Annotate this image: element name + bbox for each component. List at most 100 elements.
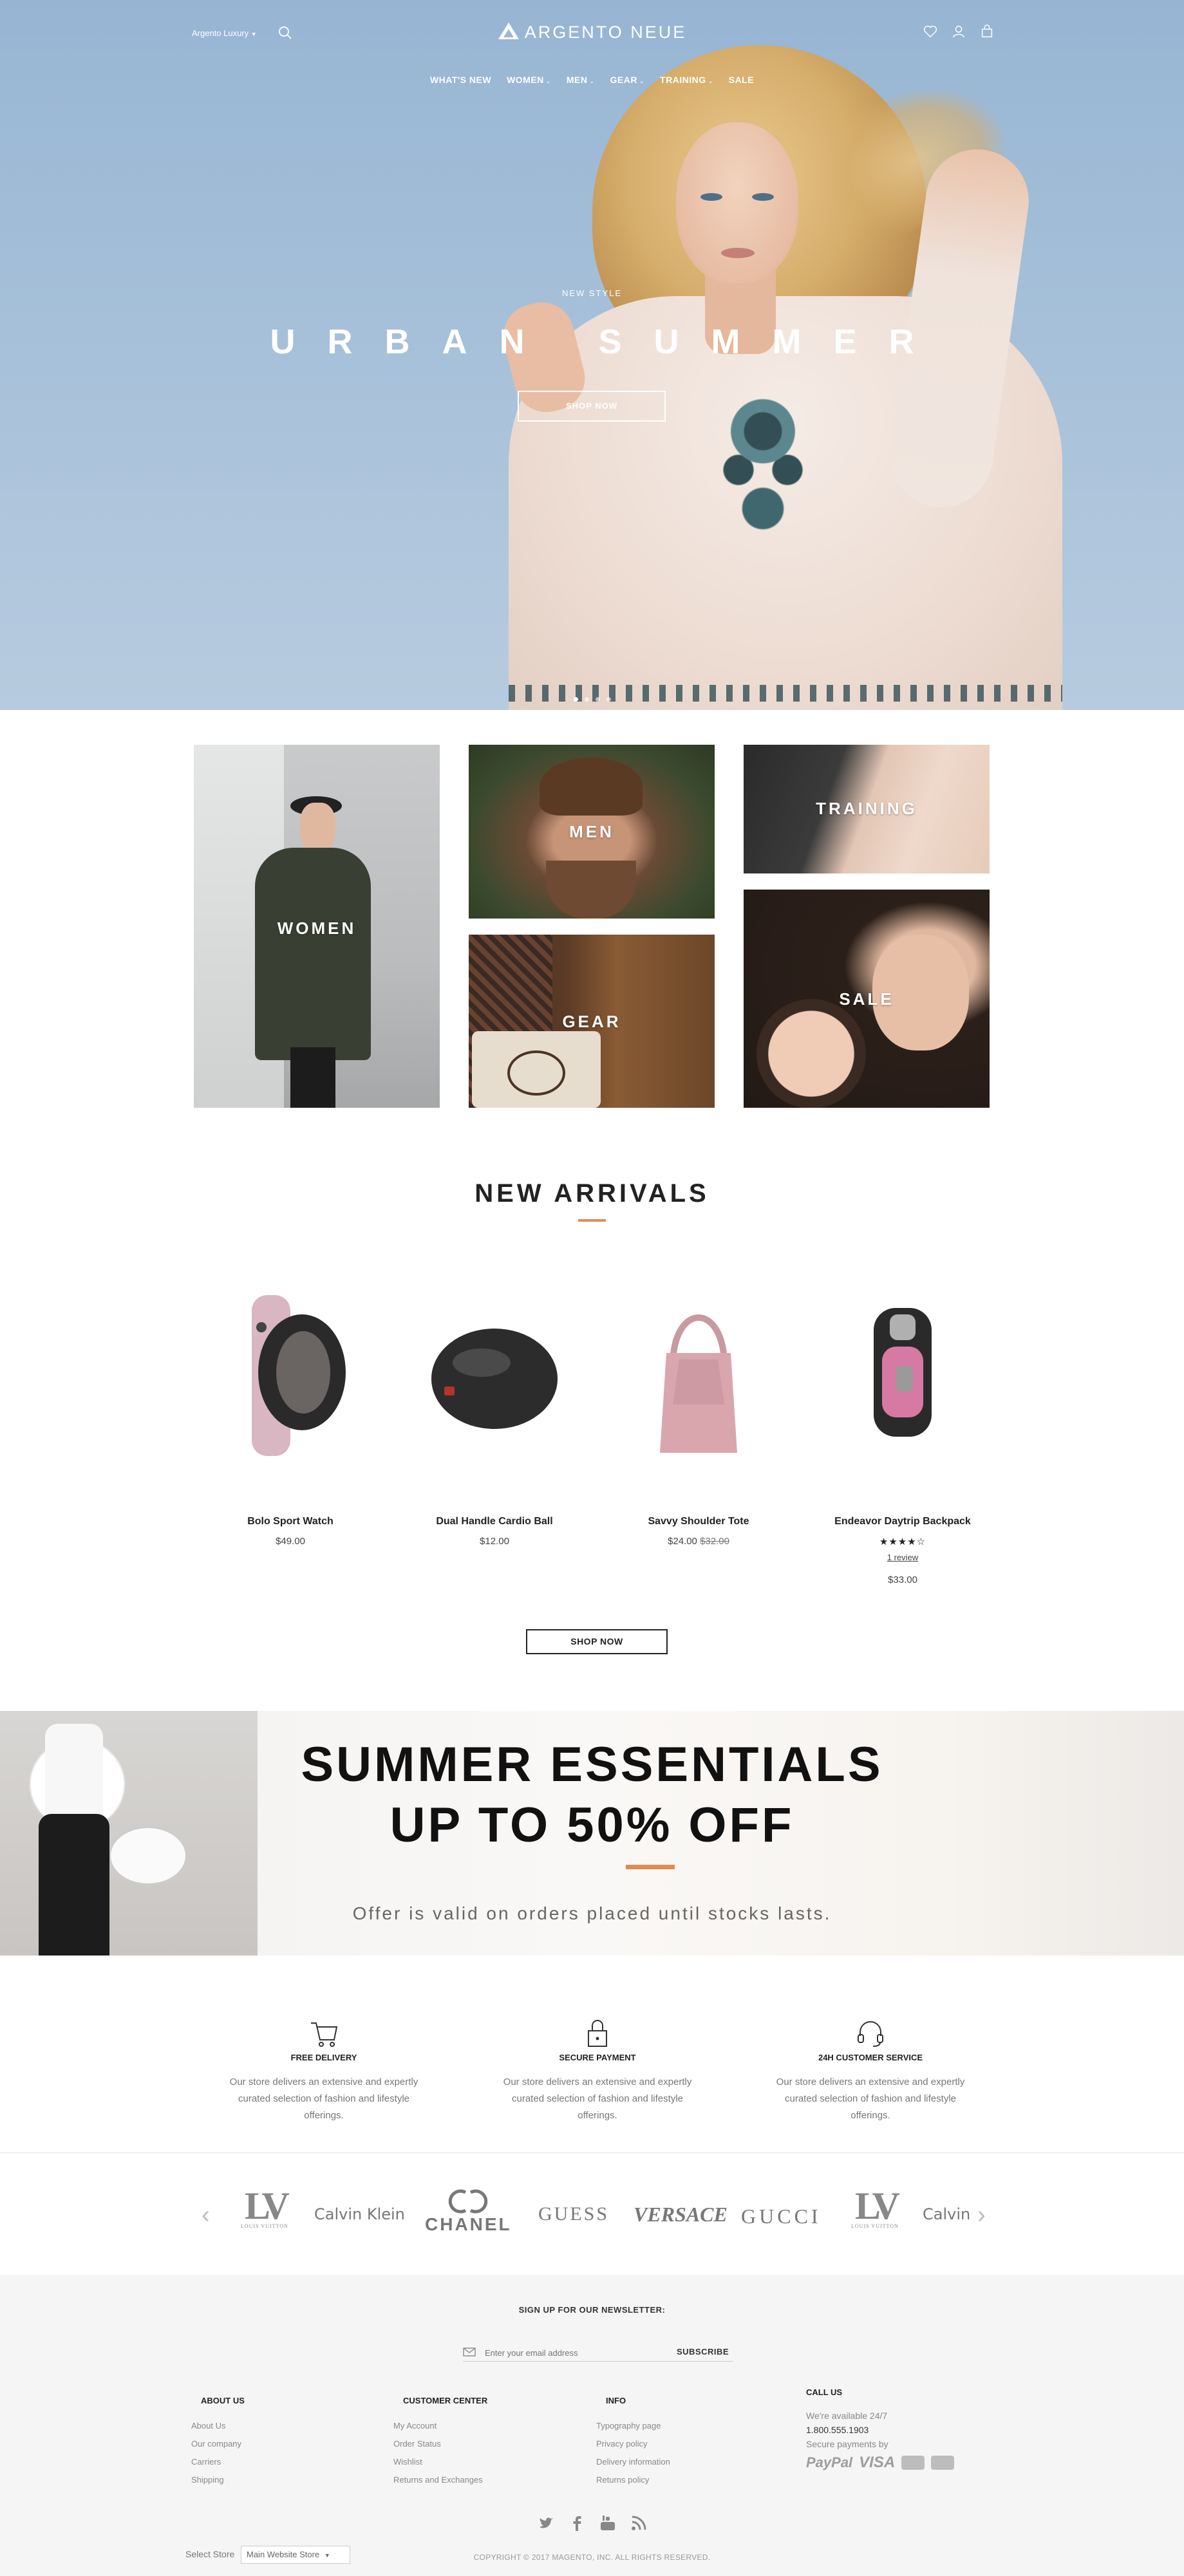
slider-dot[interactable] [584,697,589,702]
reviews-link[interactable]: 1 review [806,1553,999,1562]
brand-lv-caption: LOUIS VUITTON [851,2223,899,2229]
footer-link[interactable]: Carriers [191,2453,359,2471]
nav-item-whats-new[interactable]: WHAT'S NEW [430,75,491,85]
promo-underline [626,1865,675,1869]
nav-label: WHAT'S NEW [429,75,492,85]
secure-payments-label: Secure payments by [806,2439,888,2449]
youtube-icon[interactable] [599,2515,616,2532]
new-arrivals-shop-now-button[interactable]: SHOP NOW [526,1629,668,1654]
slider-dot[interactable] [595,697,600,702]
footer-link[interactable]: My Account [393,2417,561,2435]
brands-prev-arrow[interactable]: ‹ [202,2201,210,2229]
brands-next-arrow[interactable]: › [977,2201,986,2229]
product-price-current: $24.00 [668,1536,697,1547]
social-links [0,2515,1184,2532]
nav-item-women[interactable]: WOMEN ⌄ [507,75,551,85]
newsletter-title: SIGN UP FOR OUR NEWSLETTER: [518,2305,666,2315]
product-name[interactable]: Bolo Sport Watch [194,1516,387,1527]
chanel-cc-icon [449,2189,488,2214]
footer-link[interactable]: Typography page [596,2417,764,2435]
footer-link[interactable]: Shipping [191,2471,359,2489]
brand-logo-calvin-klein[interactable]: Calvin K [923,2205,971,2223]
tile-label-men: MEN [569,822,614,841]
site-logo[interactable]: ARGENTO NEUE [0,22,1184,42]
logo-text: ARGENTO NEUE [524,23,687,42]
chevron-down-icon: ⌄ [545,78,551,84]
product-image-watch[interactable] [226,1289,355,1469]
footer-link[interactable]: Wishlist [393,2453,561,2471]
facebook-icon[interactable] [569,2515,585,2532]
product-price: $33.00 [888,1574,917,1585]
nav-label: WOMEN [507,75,544,85]
promo-line-2: UP TO 50% OFF [390,1798,794,1853]
tile-label-training: TRAINING [816,799,917,818]
product-name[interactable]: Dual Handle Cardio Ball [398,1516,591,1527]
brand-logo-versace[interactable]: VERSACE [634,2203,728,2226]
nav-item-training[interactable]: TRAINING ⌄ [660,75,713,85]
category-tile-sale[interactable]: SALE [744,890,990,1108]
category-tile-men[interactable]: MEN [469,745,715,919]
slider-dot[interactable] [606,697,611,702]
hero-model-image [496,45,1062,710]
footer-link[interactable]: Our company [191,2435,359,2453]
brand-lv-mark: LV [854,2185,900,2227]
product-name[interactable]: Endeavor Daytrip Backpack [806,1516,999,1527]
category-tile-training[interactable]: TRAINING [744,745,990,873]
visa-logo: VISA [859,2454,896,2471]
call-us-title: CALL US [806,2387,843,2397]
brand-logo-louis-vuitton[interactable]: LV LOUIS VUITTON [851,2187,900,2230]
hero-shop-now-button[interactable]: SHOP NOW [518,391,666,422]
nav-item-gear[interactable]: GEAR ⌄ [610,75,645,85]
heart-icon[interactable] [923,24,939,40]
chevron-down-icon: ⌄ [708,78,713,84]
category-tile-women[interactable]: WOMEN [194,745,440,1108]
category-tile-gear[interactable]: GEAR [469,935,715,1108]
footer-link[interactable]: Delivery information [596,2453,764,2471]
brand-chanel-text: CHANEL [425,2214,512,2234]
newsletter-email-input[interactable] [485,2345,665,2360]
cart-icon [308,2018,339,2049]
product-image-backpack[interactable] [838,1289,967,1469]
call-phone[interactable]: 1.800.555.1903 [806,2423,986,2437]
rss-icon[interactable] [630,2515,647,2532]
chevron-down-icon: ⌄ [639,78,645,84]
hero-kicker: NEW STYLE [561,288,623,298]
product-name[interactable]: Savvy Shoulder Tote [602,1516,795,1527]
nav-label: MEN [566,75,588,85]
promo-subtitle: Offer is valid on orders placed until st… [352,1903,832,1923]
brand-lv-caption: LOUIS VUITTON [241,2223,288,2229]
section-divider [0,2152,1184,2153]
feature-text: Our store delivers an extensive and expe… [229,2077,418,2121]
title-underline [578,1219,606,1222]
copyright: COPYRIGHT © 2017 MAGENTO, INC. ALL RIGHT… [473,2553,711,2562]
nav-item-men[interactable]: MEN ⌄ [567,75,595,85]
brand-logo-chanel[interactable]: CHANEL [425,2189,512,2235]
brand-logo-calvin-klein[interactable]: Calvin Klein [314,2205,405,2223]
tile-label-gear: GEAR [562,1012,621,1031]
product-image-cardio-ball[interactable] [430,1289,559,1469]
brand-logo-louis-vuitton[interactable]: LV LOUIS VUITTON [241,2187,290,2230]
footer-link[interactable]: Privacy policy [596,2435,764,2453]
nav-item-sale[interactable]: SALE [729,75,754,85]
footer-link[interactable]: Returns policy [596,2471,764,2489]
bag-icon[interactable] [980,24,995,40]
footer-link[interactable]: Order Status [393,2435,561,2453]
footer-column-info: INFO Typography page Privacy policy Deli… [596,2396,764,2489]
account-icon[interactable] [952,24,967,40]
product-image-tote[interactable] [634,1289,763,1469]
brand-logo-guess[interactable]: GUESS [538,2203,609,2225]
call-availability: We're available 24/7 [806,2411,888,2421]
product-price: $24.00 $32.00 [602,1536,795,1547]
subscribe-button[interactable]: SUBSCRIBE [677,2347,729,2357]
slider-dot[interactable] [573,697,578,702]
footer-column-title: CUSTOMER CENTER [403,2396,488,2405]
brand-logo-gucci[interactable]: GUCCI [741,2205,822,2228]
footer-link[interactable]: About Us [191,2417,359,2435]
feature-title: FREE DELIVERY [290,2053,357,2062]
twitter-icon[interactable] [538,2515,554,2532]
feature-text: Our store delivers an extensive and expe… [776,2077,965,2121]
payment-logos: PayPal VISA [806,2454,986,2472]
footer-link[interactable]: Returns and Exchanges [393,2471,561,2489]
mail-icon [463,2347,476,2357]
section-title-new-arrivals: NEW ARRIVALS [475,1179,709,1208]
